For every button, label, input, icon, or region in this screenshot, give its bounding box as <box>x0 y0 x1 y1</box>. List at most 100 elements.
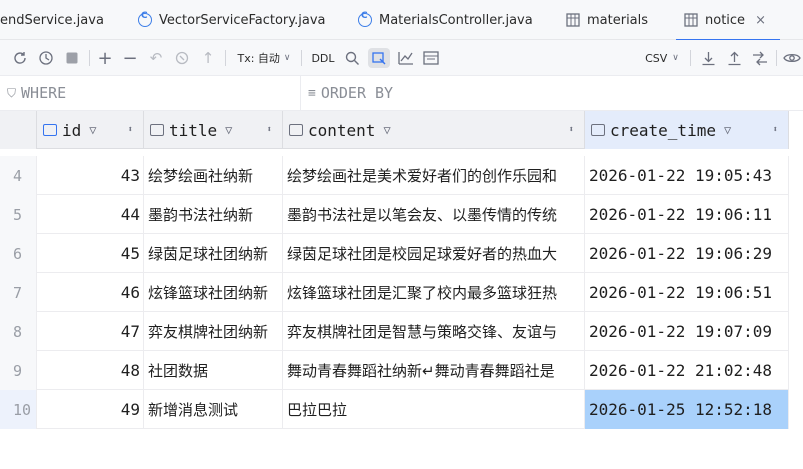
stop-icon[interactable] <box>62 48 82 68</box>
tab-label: VectorServiceFactory.java <box>159 12 326 28</box>
sort-icon[interactable]: ⬍ <box>569 125 574 135</box>
cell-create-time[interactable]: 2026-01-22 19:05:43 <box>585 156 789 195</box>
table-icon <box>684 13 698 27</box>
order-by-placeholder: ORDER BY <box>320 84 394 102</box>
view-mode-icon[interactable] <box>368 48 390 68</box>
cell-create-time[interactable]: 2026-01-22 19:06:51 <box>585 273 789 312</box>
chevron-down-icon: ∨ <box>283 53 291 63</box>
cell-id[interactable]: 44 <box>37 195 144 234</box>
cell-create-time[interactable]: 2026-01-22 21:02:48 <box>585 351 789 390</box>
filter-icon[interactable]: ▽ <box>225 123 232 137</box>
toolbar-separator <box>225 50 226 66</box>
revert-icon[interactable] <box>172 48 192 68</box>
editor-tab-bar: endService.java VectorServiceFactory.jav… <box>0 0 803 41</box>
column-icon <box>150 124 164 136</box>
table-row[interactable]: 10 49 新增消息测试 巴拉巴拉 2026-01-25 12:52:18 <box>0 390 789 429</box>
where-filter-field[interactable]: ⛉ WHERE <box>7 84 66 102</box>
vertical-scrollbar[interactable] <box>789 150 803 430</box>
table-row[interactable]: 9 48 社团数据 舞动青春舞蹈社纳新↵舞动青春舞蹈社是 2026-01-22 … <box>0 351 789 390</box>
tab-materialscontroller[interactable]: MaterialsController.java <box>358 0 533 40</box>
filter-icon[interactable]: ▽ <box>724 123 731 137</box>
table-row[interactable]: 8 47 弈友棋牌社团纳新 弈友棋牌社团是智慧与策略交锋、友谊与 2026-01… <box>0 312 789 351</box>
column-header-id[interactable]: id ▽ ⬍ <box>37 111 144 149</box>
cell-create-time[interactable]: 2026-01-22 19:06:29 <box>585 234 789 273</box>
cell-content[interactable]: 炫锋篮球社团是汇聚了校内最多篮球狂热 <box>283 273 585 312</box>
submit-arrow-icon[interactable]: ↑ <box>198 48 218 68</box>
add-row-icon[interactable]: + <box>95 48 115 69</box>
search-icon[interactable] <box>342 48 362 68</box>
ddl-button[interactable]: DDL <box>310 48 336 68</box>
filter-icon[interactable]: ▽ <box>89 123 96 137</box>
cell-create-time[interactable]: 2026-01-22 19:06:11 <box>585 195 789 234</box>
data-editor-toolbar: + − ↶ ↑ Tx: 自动 ∨ DDL CSV ∨ <box>0 40 803 76</box>
table-row[interactable]: 4 43 绘梦绘画社纳新 绘梦绘画社是美术爱好者们的创作乐园和 2026-01-… <box>0 156 789 195</box>
tab-label: notice <box>705 12 746 28</box>
cell-content[interactable]: 弈友棋牌社团是智慧与策略交锋、友谊与 <box>283 312 585 351</box>
cell-title[interactable]: 新增消息测试 <box>144 390 283 429</box>
sort-icon[interactable]: ⬍ <box>128 125 133 135</box>
cell-create-time[interactable]: 2026-01-25 12:52:18 <box>585 390 789 429</box>
where-placeholder: WHERE <box>21 84 67 102</box>
undo-icon[interactable]: ↶ <box>146 48 166 68</box>
toolbar-separator <box>776 50 777 66</box>
transpose-icon[interactable] <box>750 48 770 68</box>
tab-materials[interactable]: materials <box>566 0 648 40</box>
table-row[interactable]: 7 46 炫锋篮球社团纳新 炫锋篮球社团是汇聚了校内最多篮球狂热 2026-01… <box>0 273 789 312</box>
column-icon <box>289 124 303 136</box>
tab-label: materials <box>587 12 649 28</box>
cell-content[interactable]: 墨韵书法社是以笔会友、以墨传情的传统 <box>283 195 585 234</box>
cell-content[interactable]: 绿茵足球社团是校园足球爱好者的热血大 <box>283 234 585 273</box>
order-by-field[interactable]: ≡ ORDER BY <box>308 84 393 102</box>
tab-label: MaterialsController.java <box>379 12 533 28</box>
tab-endservice[interactable]: endService.java <box>0 0 104 40</box>
export-format-dropdown[interactable]: CSV ∨ <box>642 48 682 68</box>
column-name: id <box>62 120 82 140</box>
transaction-mode-dropdown[interactable]: Tx: 自动 ∨ <box>234 48 294 68</box>
filter-icon[interactable]: ▽ <box>383 123 390 137</box>
export-format-label: CSV <box>645 51 668 65</box>
column-header-title[interactable]: title ▽ ⬍ <box>144 111 283 149</box>
cell-title[interactable]: 绿茵足球社团纳新 <box>144 234 283 273</box>
delete-row-icon[interactable]: − <box>120 48 140 69</box>
cell-content[interactable]: 舞动青春舞蹈社纳新↵舞动青春舞蹈社是 <box>283 351 585 390</box>
column-header-content[interactable]: content ▽ ⬍ <box>283 111 585 149</box>
cell-id[interactable]: 49 <box>37 390 144 429</box>
download-icon[interactable] <box>698 48 718 68</box>
column-name: content <box>308 120 376 140</box>
filter-icon: ⛉ <box>7 85 17 100</box>
upload-icon[interactable] <box>724 48 744 68</box>
chart-icon[interactable] <box>396 48 416 68</box>
table-icon <box>566 13 580 27</box>
cell-title[interactable]: 弈友棋牌社团纳新 <box>144 312 283 351</box>
column-header-create-time[interactable]: create_time ▽ ⬍ <box>585 111 789 149</box>
cell-id[interactable]: 46 <box>37 273 144 312</box>
history-icon[interactable] <box>36 48 56 68</box>
eye-icon[interactable] <box>782 48 802 68</box>
cell-id[interactable]: 48 <box>37 351 144 390</box>
cell-content[interactable]: 巴拉巴拉 <box>283 390 585 429</box>
tab-vectorservicefactory[interactable]: VectorServiceFactory.java <box>138 0 325 40</box>
cell-title[interactable]: 绘梦绘画社纳新 <box>144 156 283 195</box>
cell-create-time[interactable]: 2026-01-22 19:07:09 <box>585 312 789 351</box>
chevron-down-icon: ∨ <box>672 53 679 63</box>
cell-content[interactable]: 绘梦绘画社是美术爱好者们的创作乐园和 <box>283 156 585 195</box>
compare-icon[interactable] <box>421 48 441 68</box>
tab-notice[interactable]: notice × <box>676 0 780 41</box>
sort-icon[interactable]: ⬍ <box>773 125 778 135</box>
sort-lines-icon: ≡ <box>308 85 316 101</box>
cell-id[interactable]: 43 <box>37 156 144 195</box>
close-icon[interactable]: × <box>755 13 766 28</box>
sort-icon[interactable]: ⬍ <box>267 125 272 135</box>
cell-title[interactable]: 社团数据 <box>144 351 283 390</box>
table-row[interactable]: 6 45 绿茵足球社团纳新 绿茵足球社团是校园足球爱好者的热血大 2026-01… <box>0 234 789 273</box>
cell-id[interactable]: 47 <box>37 312 144 351</box>
cell-id[interactable]: 45 <box>37 234 144 273</box>
row-number: 4 <box>0 156 37 195</box>
cell-title[interactable]: 墨韵书法社纳新 <box>144 195 283 234</box>
toolbar-separator <box>690 50 691 66</box>
cell-title[interactable]: 炫锋篮球社团纳新 <box>144 273 283 312</box>
row-number: 7 <box>0 273 37 312</box>
table-row[interactable]: 5 44 墨韵书法社纳新 墨韵书法社是以笔会友、以墨传情的传统 2026-01-… <box>0 195 789 234</box>
refresh-icon[interactable] <box>10 48 30 68</box>
row-number-header <box>0 111 37 149</box>
